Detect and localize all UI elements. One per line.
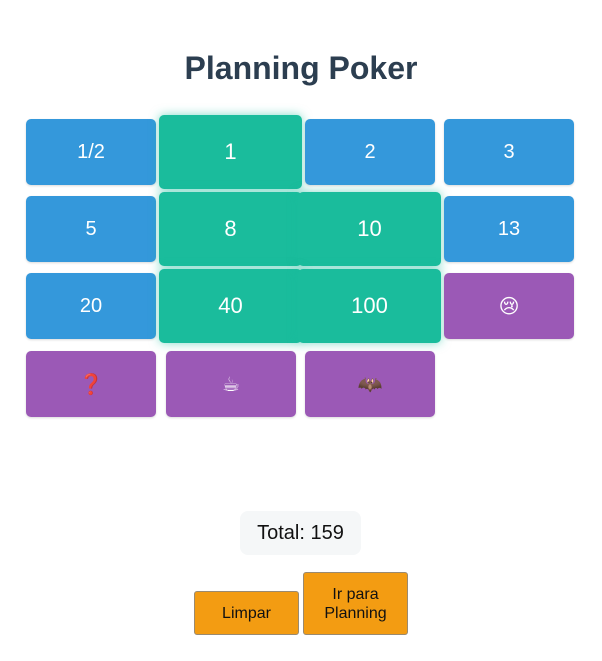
go-to-planning-button[interactable]: Ir para Planning <box>303 572 408 635</box>
page-title: Planning Poker <box>184 50 418 86</box>
crying-face-icon: 😢 <box>498 295 520 318</box>
question-mark-icon: ❓ <box>78 373 104 396</box>
card-label: 5 <box>85 217 97 240</box>
card-label: 10 <box>357 216 382 241</box>
clear-button[interactable]: Limpar <box>194 591 299 635</box>
card-crying-face[interactable]: 😢 <box>444 273 574 339</box>
total-display: Total: 159 <box>240 511 361 555</box>
card-question[interactable]: ❓ <box>26 351 156 417</box>
card-20[interactable]: 20 <box>26 273 156 339</box>
card-13[interactable]: 13 <box>444 196 574 262</box>
card-label: 2 <box>364 140 376 163</box>
card-coffee[interactable]: ☕ <box>166 351 296 417</box>
card-10[interactable]: 10 <box>298 192 441 266</box>
bat-icon: 🦇 <box>357 373 383 396</box>
card-5[interactable]: 5 <box>26 196 156 262</box>
coffee-icon: ☕ <box>222 373 240 396</box>
card-100[interactable]: 100 <box>298 269 441 343</box>
card-40[interactable]: 40 <box>159 269 302 343</box>
card-3[interactable]: 3 <box>444 119 574 185</box>
card-label: 40 <box>218 293 243 318</box>
card-8[interactable]: 8 <box>159 192 302 266</box>
card-label: 100 <box>351 293 388 318</box>
card-half[interactable]: 1/2 <box>26 119 156 185</box>
card-label: 1/2 <box>77 140 105 163</box>
card-label: 20 <box>79 294 103 317</box>
card-bat[interactable]: 🦇 <box>305 351 435 417</box>
card-label: 8 <box>224 216 237 241</box>
go-to-planning-label: Ir para Planning <box>324 585 387 622</box>
card-label: 3 <box>503 140 515 163</box>
card-2[interactable]: 2 <box>305 119 435 185</box>
card-1[interactable]: 1 <box>159 115 302 189</box>
card-label: 1 <box>224 139 237 164</box>
card-label: 13 <box>497 217 521 240</box>
